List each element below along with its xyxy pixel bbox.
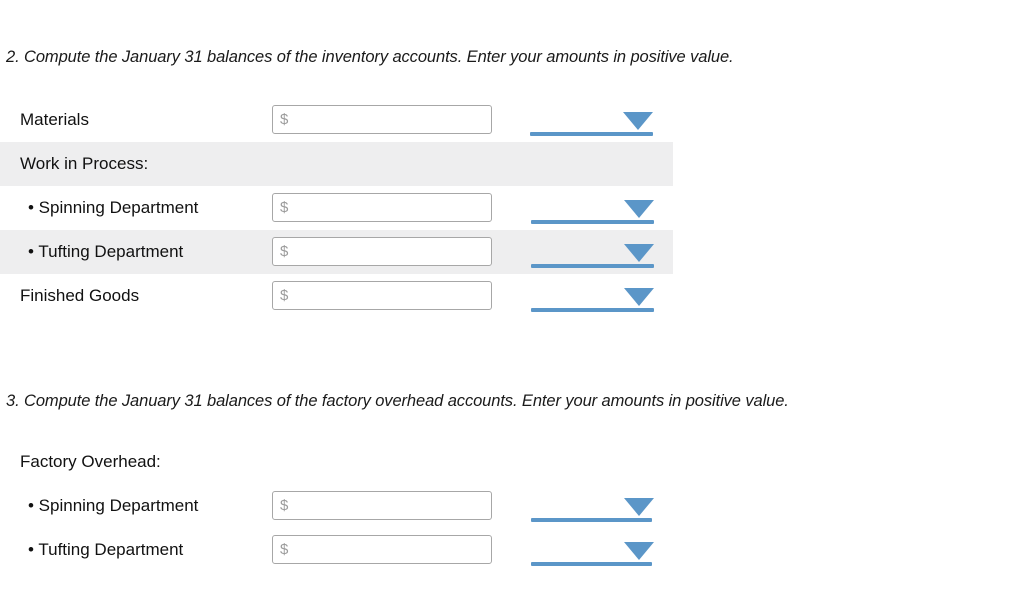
row-label-finished-goods: Finished Goods bbox=[20, 286, 140, 305]
chevron-down-icon bbox=[624, 498, 654, 516]
table-row: • Spinning Department bbox=[0, 484, 673, 528]
table-row: • Tufting Department bbox=[0, 230, 673, 274]
table-row: Finished Goods bbox=[0, 274, 673, 318]
dropdown-foh-tufting-department[interactable] bbox=[531, 534, 654, 566]
dropdown-underline bbox=[531, 562, 652, 566]
dropdown-underline bbox=[531, 264, 654, 268]
amount-input-wip-spinning-department[interactable] bbox=[272, 193, 492, 222]
table-row: Materials bbox=[0, 98, 673, 142]
amount-input-foh-tufting-department[interactable] bbox=[272, 535, 492, 564]
dropdown-materials[interactable] bbox=[530, 104, 653, 136]
table-row: • Tufting Department bbox=[0, 528, 673, 572]
row-label-wip-tufting-department: • Tufting Department bbox=[28, 242, 184, 261]
worksheet-page: 2. Compute the January 31 balances of th… bbox=[0, 0, 1024, 612]
row-label-wip-spinning-department: • Spinning Department bbox=[28, 198, 199, 217]
table-row: Work in Process: bbox=[0, 142, 673, 186]
factory-overhead-accounts-table: Factory Overhead: • Spinning Department … bbox=[0, 440, 673, 572]
chevron-down-icon bbox=[624, 200, 654, 218]
row-label-foh-spinning-department: • Spinning Department bbox=[28, 496, 199, 515]
row-label-materials: Materials bbox=[20, 110, 89, 129]
dropdown-underline bbox=[530, 132, 653, 136]
dropdown-underline bbox=[531, 308, 654, 312]
chevron-down-icon bbox=[624, 244, 654, 262]
section-prompt-overhead: 3. Compute the January 31 balances of th… bbox=[6, 392, 789, 410]
row-label-factory-overhead: Factory Overhead: bbox=[20, 452, 161, 471]
amount-input-finished-goods[interactable] bbox=[272, 281, 492, 310]
row-label-work-in-process: Work in Process: bbox=[20, 154, 149, 173]
section-prompt-inventory: 2. Compute the January 31 balances of th… bbox=[6, 48, 734, 66]
inventory-accounts-table: Materials Work in Process: • Spinning De… bbox=[0, 98, 673, 318]
amount-input-wip-tufting-department[interactable] bbox=[272, 237, 492, 266]
chevron-down-icon bbox=[624, 542, 654, 560]
dropdown-foh-spinning-department[interactable] bbox=[531, 490, 654, 522]
row-label-foh-tufting-department: • Tufting Department bbox=[28, 540, 184, 559]
chevron-down-icon bbox=[624, 288, 654, 306]
dropdown-finished-goods[interactable] bbox=[531, 280, 654, 312]
dropdown-wip-spinning-department[interactable] bbox=[531, 192, 654, 224]
table-row: Factory Overhead: bbox=[0, 440, 673, 484]
chevron-down-icon bbox=[623, 112, 653, 130]
dropdown-underline bbox=[531, 220, 654, 224]
dropdown-underline bbox=[531, 518, 652, 522]
amount-input-foh-spinning-department[interactable] bbox=[272, 491, 492, 520]
table-row: • Spinning Department bbox=[0, 186, 673, 230]
dropdown-wip-tufting-department[interactable] bbox=[531, 236, 654, 268]
amount-input-materials[interactable] bbox=[272, 105, 492, 134]
